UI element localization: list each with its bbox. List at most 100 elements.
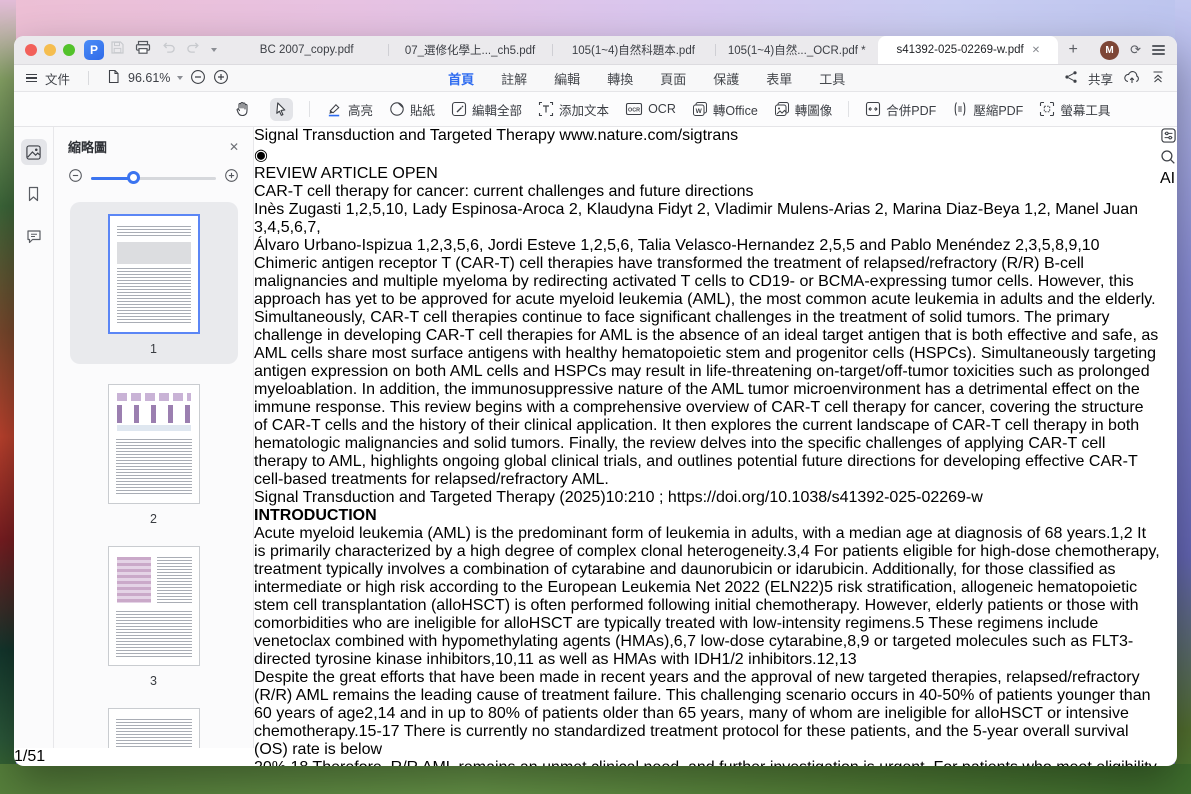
print-icon[interactable] (135, 40, 151, 60)
fullscreen-window-button[interactable] (63, 44, 75, 56)
zoom-in-button[interactable] (213, 69, 229, 88)
desktop: { "icons": { "app_glyph": "P", "close_ta… (0, 0, 1191, 794)
citation: Signal Transduction and Targeted Therapy… (254, 489, 655, 506)
tab-label: s41392-025-02269-w.pdf (896, 44, 1023, 56)
tab-protect[interactable]: 保護 (713, 69, 739, 88)
bookmarks-panel-icon[interactable] (21, 181, 47, 207)
desktop-wallpaper-bottom (0, 764, 1191, 794)
zoom-out-button[interactable] (190, 69, 206, 88)
tab-convert[interactable]: 轉換 (607, 69, 633, 88)
page-thumbnail[interactable] (108, 708, 200, 748)
thumbnails-panel-icon[interactable] (21, 139, 47, 165)
tool-label: 貼紙 (410, 100, 435, 119)
properties-panel-icon[interactable] (1160, 131, 1177, 148)
page-thumbnail[interactable] (108, 214, 200, 334)
content-area: 縮略圖 ✕ 1 (14, 127, 1177, 748)
account-avatar[interactable]: M (1100, 41, 1119, 60)
tab-page[interactable]: 頁面 (660, 69, 686, 88)
zoom-caret-icon[interactable] (177, 76, 183, 80)
page-thumbnail[interactable] (108, 384, 200, 504)
annotations-panel-icon[interactable] (21, 223, 47, 249)
page-view-icon[interactable] (107, 69, 120, 87)
document-viewport[interactable]: Signal Transduction and Targeted Therapy… (254, 127, 1160, 748)
add-text-tool-button[interactable]: 添加文本 (538, 100, 609, 119)
tab-form[interactable]: 表單 (766, 69, 792, 88)
document-tab[interactable]: 105(1~4)自然..._OCR.pdf * (715, 36, 878, 64)
thumbnail-smaller-icon[interactable] (68, 168, 83, 188)
document-tab[interactable]: BC 2007_copy.pdf (225, 36, 388, 64)
minimize-window-button[interactable] (44, 44, 56, 56)
document-tab-active[interactable]: s41392-025-02269-w.pdf ✕ (878, 36, 1058, 64)
thumbnail-list: 1 2 3 (54, 198, 253, 748)
zoom-controls: 96.61% (128, 69, 229, 88)
convert-office-tool-button[interactable]: W 轉Office (692, 100, 758, 119)
thumbnail-page-number: 3 (150, 674, 157, 688)
sync-icon[interactable]: ⟳ (1130, 42, 1141, 58)
document-tab[interactable]: 07_選修化學上..._ch5.pdf (388, 36, 551, 64)
slider-knob[interactable] (127, 171, 140, 184)
close-tab-icon[interactable]: ✕ (1032, 45, 1040, 56)
ocr-icon-glyph: OCR (628, 108, 640, 114)
merge-pdf-tool-button[interactable]: 合併PDF (865, 100, 936, 119)
ai-assistant-button[interactable]: AI (1160, 170, 1175, 187)
menubar-left: 文件 96.61% (26, 69, 229, 88)
new-tab-button[interactable]: + (1058, 36, 1088, 64)
convert-image-tool-button[interactable]: 轉圖像 (774, 100, 833, 119)
hand-tool-button[interactable] (230, 97, 254, 121)
divider (88, 71, 89, 85)
collapse-toolbar-icon[interactable] (1151, 70, 1165, 86)
app-icon: P (84, 40, 104, 60)
edit-all-tool-button[interactable]: 編輯全部 (451, 100, 522, 119)
more-actions-caret-icon[interactable] (211, 48, 217, 52)
tab-home[interactable]: 首頁 (448, 69, 474, 88)
tab-annotate[interactable]: 註解 (501, 69, 527, 88)
pages-container: Signal Transduction and Targeted Therapy… (254, 127, 1160, 766)
app-menu-icon[interactable] (1152, 45, 1165, 54)
close-window-button[interactable] (25, 44, 37, 56)
close-panel-icon[interactable]: ✕ (229, 140, 239, 154)
tool-label: 轉Office (713, 100, 758, 119)
search-icon[interactable] (1160, 152, 1176, 169)
thumbnails-panel-header: 縮略圖 ✕ (54, 127, 253, 162)
authors-line: Inès Zugasti 1,2,5,10, Lady Espinosa-Aro… (254, 201, 1160, 237)
undo-icon[interactable] (161, 41, 176, 59)
thumbnail-item-selected[interactable]: 1 (70, 202, 238, 364)
ocr-tool-button[interactable]: OCR OCR (625, 101, 676, 117)
thumbnail-item[interactable]: 2 (108, 384, 200, 526)
highlight-tool-button[interactable]: 高亮 (326, 100, 373, 119)
paragraph: Acute myeloid leukemia (AML) is the pred… (254, 525, 1160, 669)
redo-icon[interactable] (186, 41, 201, 59)
thumbnail-larger-icon[interactable] (224, 168, 239, 188)
section-heading: INTRODUCTION (254, 507, 1160, 525)
titlebar-right: M ⟳ (1088, 36, 1177, 64)
file-menu-icon[interactable] (26, 74, 37, 82)
toolbar-divider (309, 101, 310, 117)
select-tool-button[interactable] (270, 98, 293, 121)
thumbnail-item[interactable] (108, 708, 200, 748)
thumbnail-size-controls (54, 162, 253, 198)
desktop-wallpaper-right (1175, 0, 1191, 794)
tab-label: 105(1~4)自然..._OCR.pdf * (728, 42, 866, 58)
cloud-upload-icon[interactable] (1123, 70, 1141, 87)
document-tab[interactable]: 105(1~4)自然科題本.pdf (552, 36, 715, 64)
thumbnail-item[interactable]: 3 (108, 546, 200, 688)
tab-tools[interactable]: 工具 (819, 69, 845, 88)
thumbnail-page-number: 1 (150, 342, 157, 356)
zoom-level-value[interactable]: 96.61% (128, 71, 170, 85)
tab-edit[interactable]: 編輯 (554, 69, 580, 88)
save-icon[interactable] (110, 40, 125, 60)
compress-pdf-tool-button[interactable]: 壓縮PDF (952, 100, 1023, 119)
doi-link[interactable]: ; https://doi.org/10.1038/s41392-025-022… (659, 489, 983, 506)
thumbnail-size-slider[interactable] (91, 177, 216, 180)
share-button[interactable]: 共享 (1088, 69, 1113, 88)
page-thumbnail[interactable] (108, 546, 200, 666)
tool-label: 轉圖像 (795, 100, 833, 119)
app-icon-glyph: P (90, 43, 98, 57)
share-icon[interactable] (1064, 70, 1078, 87)
toolbar-divider (848, 101, 849, 117)
desktop-wallpaper-top (0, 0, 1191, 40)
file-menu-button[interactable]: 文件 (45, 69, 70, 88)
menubar-right: 共享 (1064, 69, 1165, 88)
sticker-tool-button[interactable]: 貼紙 (389, 100, 435, 119)
screen-tool-button[interactable]: 螢幕工具 (1039, 100, 1110, 119)
